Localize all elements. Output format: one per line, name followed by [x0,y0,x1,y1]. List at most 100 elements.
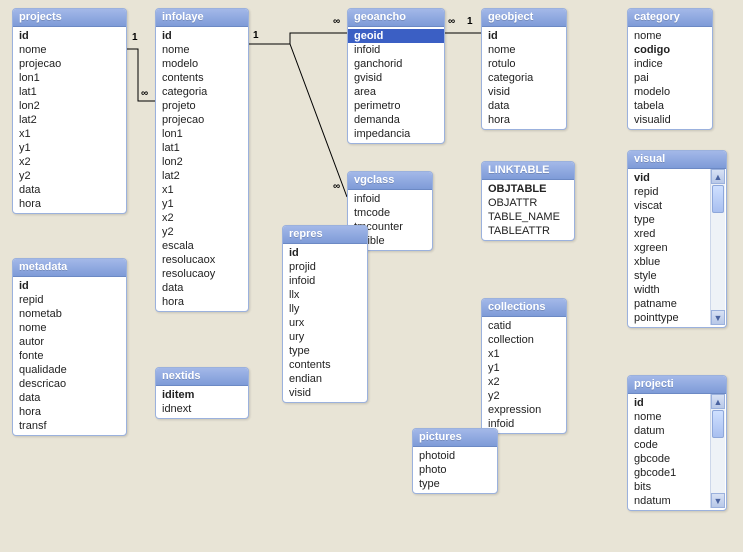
field-infolaye-y2[interactable]: y2 [156,225,248,239]
field-infolaye-contents[interactable]: contents [156,71,248,85]
scrollbar-projecti[interactable]: ▲▼ [710,394,725,508]
field-collections-y1[interactable]: y1 [482,361,566,375]
field-visual-patname[interactable]: patname [628,297,710,311]
field-vgclass-infoid[interactable]: infoid [348,192,432,206]
table-header-category[interactable]: category [628,9,712,27]
field-linktable-TABLE_NAME[interactable]: TABLE_NAME [482,210,574,224]
field-projecti-gbcode[interactable]: gbcode [628,452,710,466]
field-metadata-transf[interactable]: transf [13,419,126,433]
field-category-indice[interactable]: indice [628,57,712,71]
table-nextids[interactable]: nextids iditemidnext [155,367,249,419]
field-infolaye-hora[interactable]: hora [156,295,248,309]
field-pictures-photo[interactable]: photo [413,463,497,477]
field-collections-x1[interactable]: x1 [482,347,566,361]
field-repres-projid[interactable]: projid [283,260,367,274]
scroll-up-icon[interactable]: ▲ [711,169,725,184]
field-infolaye-nome[interactable]: nome [156,43,248,57]
table-header-collections[interactable]: collections [482,299,566,317]
field-infolaye-lon1[interactable]: lon1 [156,127,248,141]
field-visual-style[interactable]: style [628,269,710,283]
field-repres-contents[interactable]: contents [283,358,367,372]
table-category[interactable]: categorynomecodigoindicepaimodelotabelav… [627,8,713,130]
field-projecti-code[interactable]: code [628,438,710,452]
table-header-repres[interactable]: repres [283,226,367,244]
field-category-pai[interactable]: pai [628,71,712,85]
field-projecti-bits[interactable]: bits [628,480,710,494]
field-metadata-autor[interactable]: autor [13,335,126,349]
table-geoancho[interactable]: geoanchogeoidinfoidganchoridgvisidareape… [347,8,445,144]
field-category-nome[interactable]: nome [628,29,712,43]
scroll-thumb[interactable] [712,185,724,213]
field-repres-type[interactable]: type [283,344,367,358]
field-projects-x1[interactable]: x1 [13,127,126,141]
table-header-projecti[interactable]: projecti [628,376,726,394]
field-projects-lat2[interactable]: lat2 [13,113,126,127]
table-header-vgclass[interactable]: vgclass [348,172,432,190]
field-infolaye-projeto[interactable]: projeto [156,99,248,113]
table-projects[interactable]: projectsidnomeprojecaolon1lat1lon2lat2x1… [12,8,127,214]
field-geoancho-gvisid[interactable]: gvisid [348,71,444,85]
field-visual-type[interactable]: type [628,213,710,227]
field-repres-id[interactable]: id [283,246,367,260]
field-projects-y1[interactable]: y1 [13,141,126,155]
field-geoancho-demanda[interactable]: demanda [348,113,444,127]
field-nextids-idnext[interactable]: idnext [156,402,248,416]
field-geoancho-area[interactable]: area [348,85,444,99]
field-infolaye-resolucaoy[interactable]: resolucaoy [156,267,248,281]
table-pictures[interactable]: pictures photoidphototype [412,428,498,494]
field-pictures-photoid[interactable]: photoid [413,449,497,463]
table-geobject[interactable]: geobjectidnomerotulocategoriavisiddataho… [481,8,567,130]
field-projects-id[interactable]: id [13,29,126,43]
field-geoancho-infoid[interactable]: infoid [348,43,444,57]
field-nextids-iditem[interactable]: iditem [156,388,248,402]
field-metadata-repid[interactable]: repid [13,293,126,307]
field-repres-ury[interactable]: ury [283,330,367,344]
table-header-nextids[interactable]: nextids [156,368,248,386]
field-metadata-data[interactable]: data [13,391,126,405]
field-projects-x2[interactable]: x2 [13,155,126,169]
field-collections-x2[interactable]: x2 [482,375,566,389]
field-infolaye-escala[interactable]: escala [156,239,248,253]
field-metadata-hora[interactable]: hora [13,405,126,419]
field-projects-lon1[interactable]: lon1 [13,71,126,85]
field-geobject-hora[interactable]: hora [482,113,566,127]
field-infolaye-data[interactable]: data [156,281,248,295]
field-linktable-TABLEATTR[interactable]: TABLEATTR [482,224,574,238]
field-repres-endian[interactable]: endian [283,372,367,386]
field-collections-expression[interactable]: expression [482,403,566,417]
field-metadata-nometab[interactable]: nometab [13,307,126,321]
table-visual[interactable]: visualvidrepidviscattypexredxgreenxblues… [627,150,727,328]
scrollbar-visual[interactable]: ▲▼ [710,169,725,325]
field-visual-vid[interactable]: vid [628,171,710,185]
scroll-down-icon[interactable]: ▼ [711,310,725,325]
field-visual-xblue[interactable]: xblue [628,255,710,269]
field-category-modelo[interactable]: modelo [628,85,712,99]
field-category-tabela[interactable]: tabela [628,99,712,113]
table-metadata[interactable]: metadataidrepidnometabnomeautorfontequal… [12,258,127,436]
field-infolaye-projecao[interactable]: projecao [156,113,248,127]
field-geoancho-geoid[interactable]: geoid [348,29,444,43]
field-repres-visid[interactable]: visid [283,386,367,400]
field-visual-pointtype[interactable]: pointtype [628,311,710,325]
table-collections[interactable]: collectionscatidcollectionx1y1x2y2expres… [481,298,567,434]
field-projecti-nome[interactable]: nome [628,410,710,424]
field-vgclass-tmcode[interactable]: tmcode [348,206,432,220]
field-metadata-id[interactable]: id [13,279,126,293]
table-header-pictures[interactable]: pictures [413,429,497,447]
field-geobject-visid[interactable]: visid [482,85,566,99]
field-projects-lat1[interactable]: lat1 [13,85,126,99]
field-repres-urx[interactable]: urx [283,316,367,330]
field-infolaye-y1[interactable]: y1 [156,197,248,211]
field-infolaye-modelo[interactable]: modelo [156,57,248,71]
field-geobject-nome[interactable]: nome [482,43,566,57]
field-pictures-type[interactable]: type [413,477,497,491]
scroll-up-icon[interactable]: ▲ [711,394,725,409]
field-collections-y2[interactable]: y2 [482,389,566,403]
field-projects-projecao[interactable]: projecao [13,57,126,71]
field-geoancho-perimetro[interactable]: perimetro [348,99,444,113]
field-visual-xred[interactable]: xred [628,227,710,241]
field-geoancho-impedancia[interactable]: impedancia [348,127,444,141]
field-visual-repid[interactable]: repid [628,185,710,199]
field-category-codigo[interactable]: codigo [628,43,712,57]
field-infolaye-lat1[interactable]: lat1 [156,141,248,155]
